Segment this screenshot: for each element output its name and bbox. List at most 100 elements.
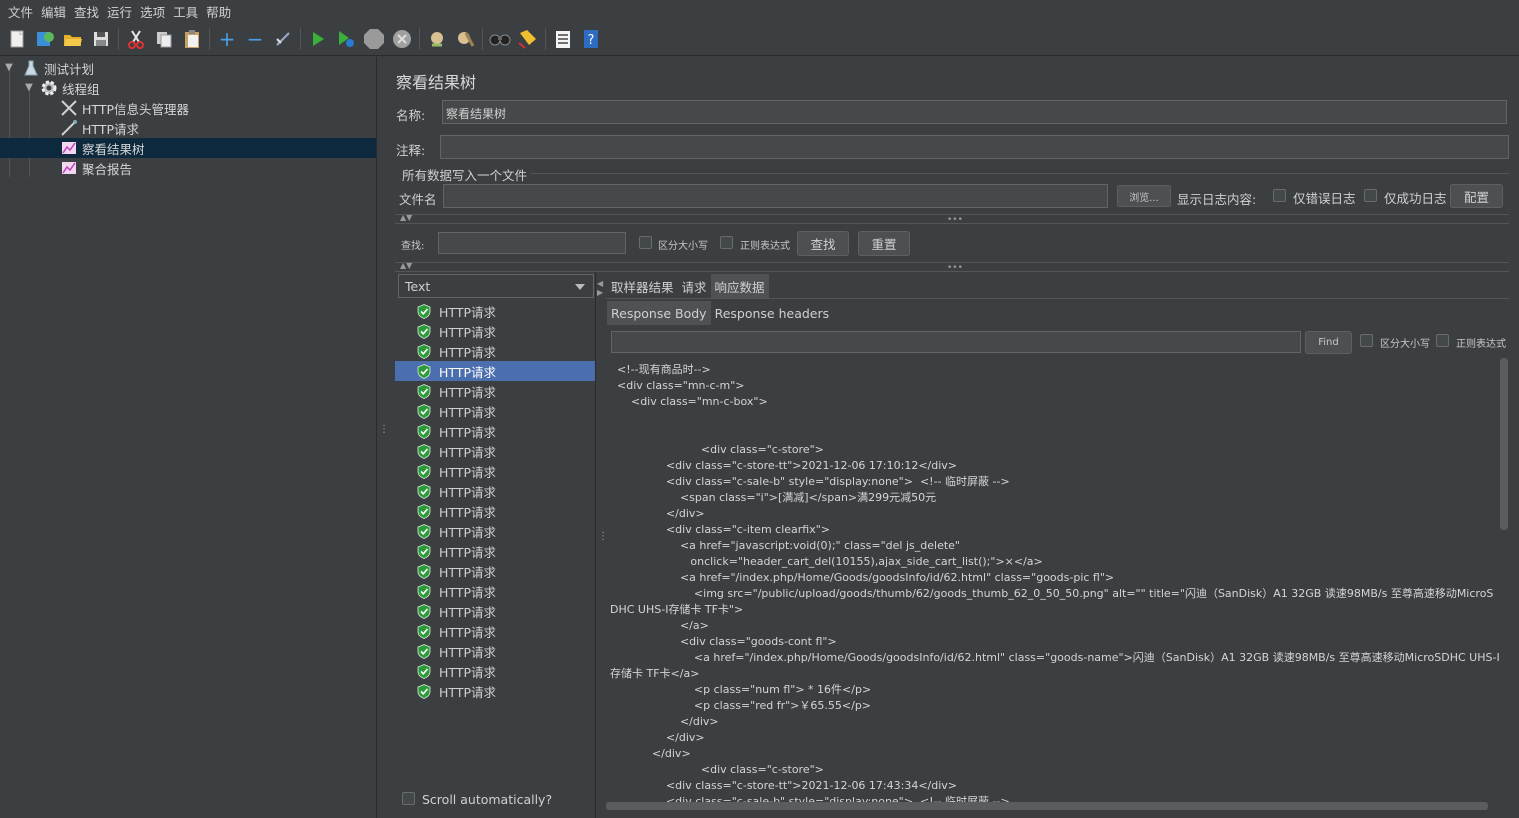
- collapse-arrows-icon[interactable]: ▲▼: [400, 214, 412, 222]
- response-regex-checkbox[interactable]: [1436, 334, 1449, 347]
- tab-request[interactable]: 请求: [678, 274, 711, 298]
- expand-icon[interactable]: +: [216, 28, 238, 50]
- regex-checkbox[interactable]: [720, 236, 733, 249]
- collapse-icon[interactable]: −: [244, 28, 266, 50]
- tree-node-test-plan[interactable]: 测试计划: [22, 58, 94, 78]
- menu-search[interactable]: 查找: [70, 2, 103, 21]
- templates-icon[interactable]: [34, 28, 56, 50]
- result-item[interactable]: HTTP请求: [395, 481, 595, 501]
- result-item[interactable]: HTTP请求: [395, 501, 595, 521]
- horizontal-scrollbar[interactable]: [606, 802, 1488, 810]
- result-item[interactable]: HTTP请求: [395, 601, 595, 621]
- result-item-label: HTTP请求: [439, 524, 496, 540]
- clear-all-icon[interactable]: [454, 28, 476, 50]
- stop-icon[interactable]: [363, 28, 385, 50]
- result-item[interactable]: HTTP请求: [395, 621, 595, 641]
- result-item[interactable]: HTTP请求: [395, 681, 595, 701]
- search-label: 查找:: [401, 241, 425, 252]
- result-item[interactable]: HTTP请求: [395, 521, 595, 541]
- clear-icon[interactable]: [426, 28, 448, 50]
- chevron-down-icon[interactable]: ▼: [23, 81, 35, 93]
- tree-node-http-request[interactable]: HTTP请求: [60, 118, 139, 138]
- result-item[interactable]: HTTP请求: [395, 581, 595, 601]
- result-item[interactable]: HTTP请求: [395, 321, 595, 341]
- tab-response-body[interactable]: Response Body: [607, 301, 711, 325]
- menu-help[interactable]: 帮助: [202, 2, 235, 21]
- shutdown-icon[interactable]: [391, 28, 413, 50]
- result-item[interactable]: HTTP请求: [395, 641, 595, 661]
- result-item[interactable]: HTTP请求: [395, 341, 595, 361]
- tree-node-header-manager[interactable]: HTTP信息头管理器: [60, 98, 189, 118]
- start-no-pause-icon[interactable]: [335, 28, 357, 50]
- collapse-arrows-icon[interactable]: ▲▼: [400, 262, 412, 270]
- tab-response-headers[interactable]: Response headers: [711, 301, 834, 325]
- result-item[interactable]: HTTP请求: [395, 541, 595, 561]
- result-item[interactable]: HTTP请求: [395, 301, 595, 321]
- response-body-view[interactable]: <!--现有商品时--> <div class="mn-c-m"> <div c…: [606, 358, 1501, 803]
- success-only-checkbox[interactable]: [1364, 189, 1377, 202]
- copy-icon[interactable]: [153, 28, 175, 50]
- open-icon[interactable]: [62, 28, 84, 50]
- new-icon[interactable]: [6, 28, 28, 50]
- success-shield-icon: [417, 563, 431, 579]
- menu-edit[interactable]: 编辑: [37, 2, 70, 21]
- errors-only-checkbox[interactable]: [1273, 189, 1286, 202]
- vertical-scrollbar[interactable]: [1500, 358, 1508, 803]
- result-item[interactable]: HTTP请求: [395, 421, 595, 441]
- paste-icon[interactable]: [181, 28, 203, 50]
- result-item[interactable]: HTTP请求: [395, 661, 595, 681]
- results-list: HTTP请求 HTTP请求 HTTP请求 HTTP请求 HTTP请求 HTTP请求 HTTP…: [395, 301, 597, 761]
- collapse-arrows-icon[interactable]: ◀ ▶: [597, 279, 603, 297]
- tab-response-data[interactable]: 响应数据: [710, 274, 769, 298]
- scroll-auto-label: Scroll automatically?: [422, 792, 553, 807]
- toolbar-separator: [482, 27, 483, 50]
- success-shield-icon: [417, 423, 431, 439]
- result-item-label: HTTP请求: [439, 544, 496, 560]
- tree-node-thread-group[interactable]: 线程组: [40, 78, 100, 98]
- menu-options[interactable]: 选项: [136, 2, 169, 21]
- menu-run[interactable]: 运行: [103, 2, 136, 21]
- tab-sampler-result[interactable]: 取样器结果: [607, 274, 678, 298]
- menu-tools[interactable]: 工具: [169, 2, 202, 21]
- start-icon[interactable]: [307, 28, 329, 50]
- toggle-icon[interactable]: [272, 28, 294, 50]
- configure-button[interactable]: 配置: [1450, 184, 1503, 208]
- result-item[interactable]: HTTP请求: [395, 361, 595, 381]
- case-sensitive-checkbox[interactable]: [639, 236, 652, 249]
- save-icon[interactable]: [90, 28, 112, 50]
- find-button[interactable]: Find: [1305, 331, 1352, 354]
- response-case-label: 区分大小写: [1380, 339, 1430, 350]
- scrollbar-thumb[interactable]: [1500, 358, 1508, 530]
- function-helper-icon[interactable]: [552, 28, 574, 50]
- success-shield-icon: [417, 303, 431, 319]
- help-icon[interactable]: ?: [580, 28, 602, 50]
- result-item[interactable]: HTTP请求: [395, 561, 595, 581]
- reset-button[interactable]: 重置: [858, 231, 910, 256]
- comment-field[interactable]: [440, 135, 1509, 159]
- search-input[interactable]: [438, 232, 626, 254]
- chevron-down-icon[interactable]: ▼: [3, 61, 15, 73]
- name-field[interactable]: 察看结果树: [442, 100, 1507, 124]
- result-item[interactable]: HTTP请求: [395, 381, 595, 401]
- menu-file[interactable]: 文件: [4, 2, 37, 21]
- renderer-select[interactable]: Text: [398, 274, 594, 298]
- result-item[interactable]: HTTP请求: [395, 401, 595, 421]
- response-find-input[interactable]: [611, 331, 1301, 353]
- success-shield-icon: [417, 643, 431, 659]
- graph-icon: [60, 160, 78, 176]
- response-case-checkbox[interactable]: [1360, 334, 1373, 347]
- search-button[interactable]: 查找: [797, 231, 849, 256]
- result-item[interactable]: HTTP请求: [395, 461, 595, 481]
- success-shield-icon: [417, 603, 431, 619]
- tree-node-view-results-tree[interactable]: 察看结果树: [0, 138, 376, 158]
- scroll-auto-checkbox[interactable]: [402, 792, 415, 805]
- result-item[interactable]: HTTP请求: [395, 441, 595, 461]
- reset-search-icon[interactable]: [517, 28, 539, 50]
- search-icon[interactable]: [489, 28, 511, 50]
- cut-icon[interactable]: [125, 28, 147, 50]
- success-shield-icon: [417, 383, 431, 399]
- success-shield-icon: [417, 663, 431, 679]
- tree-node-aggregate-report[interactable]: 聚合报告: [60, 158, 132, 178]
- filename-field[interactable]: [443, 184, 1108, 208]
- browse-button[interactable]: 浏览...: [1117, 185, 1171, 207]
